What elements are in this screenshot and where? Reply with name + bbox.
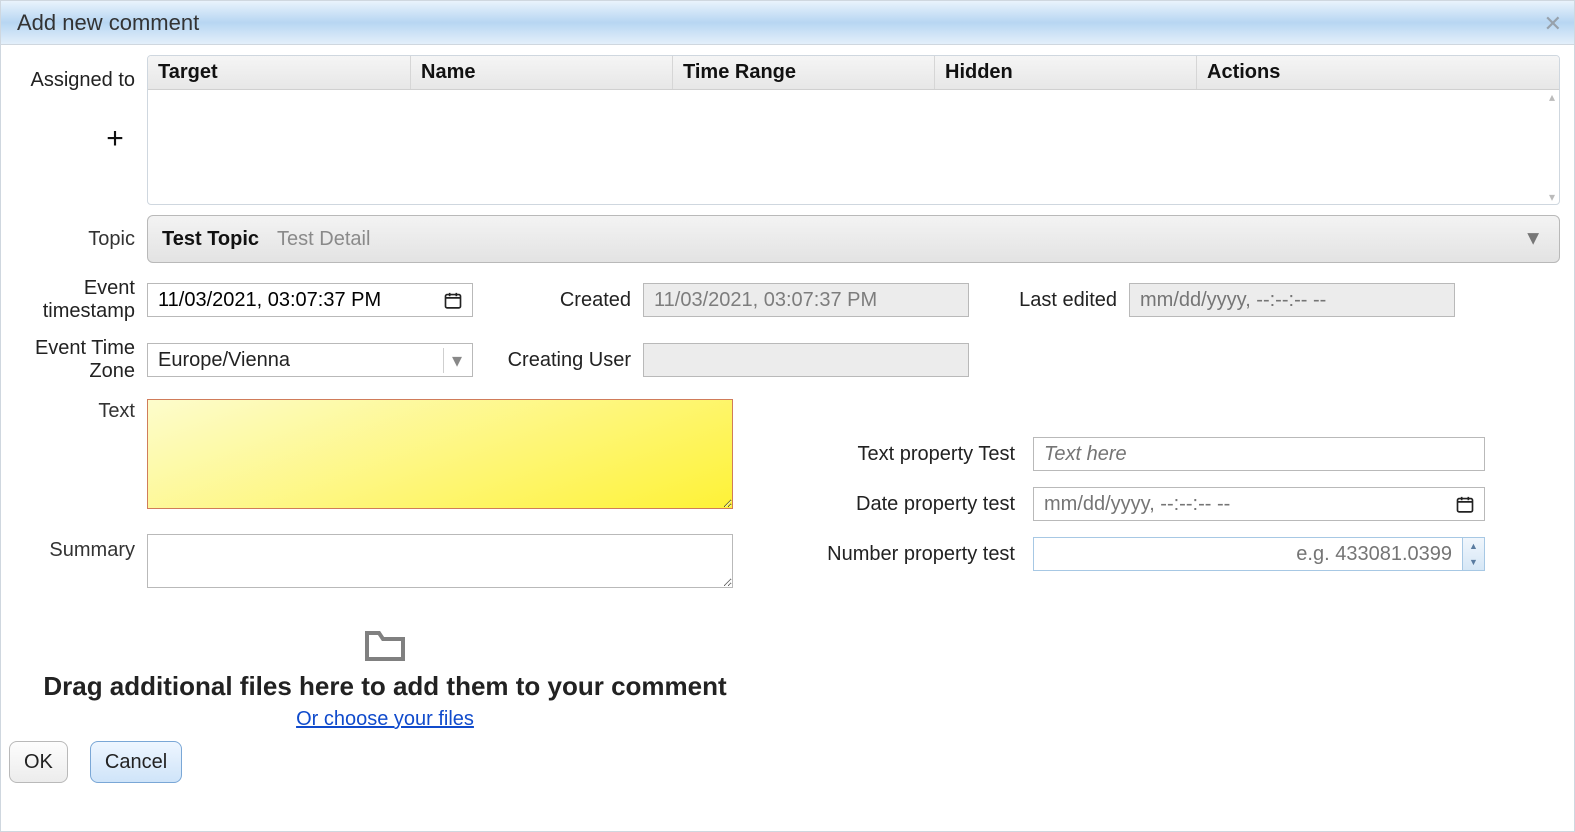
date-property-label: Date property test [793, 493, 1033, 516]
chevron-down-icon: ▼ [1523, 228, 1543, 251]
grid-scrollbar[interactable]: ▴ ▾ [1545, 90, 1559, 204]
number-property-input[interactable] [1033, 537, 1485, 571]
col-name[interactable]: Name [411, 56, 673, 89]
assigned-to-label: Assigned to [30, 55, 135, 92]
drop-zone-text: Drag additional files here to add them t… [15, 671, 755, 702]
chevron-down-icon: ▾ [443, 348, 462, 373]
col-actions[interactable]: Actions [1197, 56, 1559, 89]
number-stepper[interactable]: ▲ ▼ [1462, 538, 1484, 570]
creating-user-input [643, 343, 969, 377]
timezone-label: Event TimeZone [15, 337, 147, 383]
add-assignment-button[interactable]: + [95, 122, 135, 156]
calendar-icon[interactable] [443, 289, 463, 310]
topic-selector[interactable]: Test Topic Test Detail ▼ [147, 215, 1560, 263]
text-property-input[interactable] [1033, 437, 1485, 471]
last-edited-input [1129, 283, 1455, 317]
dialog-title: Add new comment [17, 10, 199, 36]
number-property-label: Number property test [793, 543, 1033, 566]
calendar-icon[interactable] [1455, 493, 1475, 514]
folder-icon [360, 632, 410, 652]
scroll-up-icon: ▴ [1549, 90, 1555, 104]
file-drop-zone[interactable]: Drag additional files here to add them t… [15, 623, 755, 731]
step-down-icon[interactable]: ▼ [1463, 554, 1484, 570]
timezone-value: Europe/Vienna [158, 349, 290, 372]
topic-label: Topic [15, 215, 147, 251]
cancel-button[interactable]: Cancel [90, 741, 182, 783]
created-input [643, 283, 969, 317]
col-target[interactable]: Target [148, 56, 411, 89]
summary-input[interactable] [147, 534, 733, 588]
text-input[interactable] [147, 399, 733, 509]
grid-body: ▴ ▾ [148, 90, 1559, 204]
created-label: Created [473, 289, 643, 312]
creating-user-label: Creating User [473, 349, 643, 372]
choose-files-link[interactable]: Or choose your files [296, 708, 474, 731]
timezone-select[interactable]: Europe/Vienna ▾ [147, 343, 473, 377]
col-time-range[interactable]: Time Range [673, 56, 935, 89]
plus-icon: + [106, 122, 124, 155]
add-comment-dialog: Add new comment ✕ Assigned to + Target N… [0, 0, 1575, 832]
date-property-input[interactable] [1033, 487, 1485, 521]
scroll-down-icon: ▾ [1549, 190, 1555, 204]
text-property-label: Text property Test [793, 443, 1033, 466]
dialog-titlebar: Add new comment ✕ [1, 1, 1574, 45]
assignments-grid[interactable]: Target Name Time Range Hidden Actions ▴ … [147, 55, 1560, 205]
summary-label: Summary [15, 532, 147, 562]
grid-header: Target Name Time Range Hidden Actions [148, 56, 1559, 90]
close-icon[interactable]: ✕ [1544, 11, 1562, 37]
topic-name: Test Topic [162, 228, 259, 251]
event-timestamp-input[interactable] [147, 283, 473, 317]
event-timestamp-label: Eventtimestamp [15, 277, 147, 323]
text-label: Text [15, 399, 147, 593]
step-up-icon[interactable]: ▲ [1463, 538, 1484, 554]
ok-button[interactable]: OK [9, 741, 68, 783]
last-edited-label: Last edited [969, 289, 1129, 312]
topic-detail: Test Detail [277, 228, 370, 251]
col-hidden[interactable]: Hidden [935, 56, 1197, 89]
